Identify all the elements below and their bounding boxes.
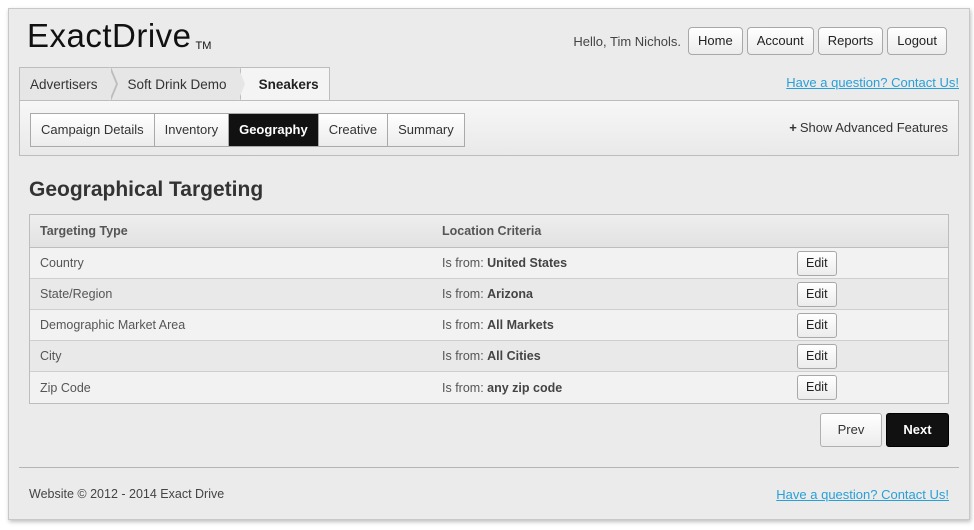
home-button[interactable]: Home: [688, 27, 743, 55]
logo-text: ExactDrive: [27, 17, 192, 54]
edit-button[interactable]: Edit: [797, 250, 837, 276]
trademark: TM: [195, 40, 212, 52]
footer-copyright: Website © 2012 - 2014 Exact Drive: [29, 487, 225, 501]
row-type: State/Region: [40, 287, 113, 301]
edit-button[interactable]: Edit: [797, 312, 837, 338]
targeting-table: Targeting Type Location Criteria Country…: [29, 214, 949, 404]
advanced-label: Show Advanced Features: [799, 120, 948, 135]
criteria-prefix: Is from:: [442, 380, 484, 395]
page-title: Geographical Targeting: [29, 178, 264, 201]
criteria-prefix: Is from:: [442, 256, 484, 270]
criteria-prefix: Is from:: [442, 349, 484, 363]
tab-bar: Campaign Details Inventory Geography Cre…: [19, 100, 959, 156]
tab-summary[interactable]: Summary: [388, 114, 464, 146]
edit-button[interactable]: Edit: [797, 375, 837, 400]
header-location-criteria: Location Criteria: [442, 224, 542, 238]
row-criteria: Is from: United States: [442, 256, 797, 270]
row-type: City: [40, 349, 62, 363]
greeting: Hello, Tim Nichols.: [573, 33, 682, 49]
table-row: State/Region Is from: Arizona Edit: [30, 279, 948, 310]
table-row: Country Is from: United States Edit: [30, 248, 948, 279]
row-actions: Edit: [797, 250, 947, 276]
criteria-value: United States: [487, 256, 568, 270]
breadcrumb: Advertisers Soft Drink Demo Sneakers: [19, 67, 330, 101]
reports-button[interactable]: Reports: [817, 27, 884, 55]
account-button[interactable]: Account: [746, 27, 814, 55]
plus-icon: +: [789, 120, 797, 135]
table-row: Zip Code Is from: any zip code Edit: [30, 372, 948, 403]
next-button[interactable]: Next: [886, 413, 949, 447]
edit-button[interactable]: Edit: [797, 343, 837, 369]
row-actions: Edit: [797, 312, 947, 338]
contact-link-footer[interactable]: Have a question? Contact Us!: [776, 487, 949, 502]
row-type: Zip Code: [40, 380, 91, 395]
row-actions: Edit: [797, 343, 947, 369]
breadcrumb-campaign[interactable]: Soft Drink Demo: [112, 67, 247, 101]
row-criteria: Is from: any zip code: [442, 381, 797, 395]
criteria-prefix: Is from:: [442, 318, 484, 332]
tab-inventory[interactable]: Inventory: [154, 114, 230, 146]
tab-campaign-details[interactable]: Campaign Details: [31, 114, 155, 146]
logo[interactable]: ExactDrive TM: [27, 17, 211, 55]
show-advanced-features[interactable]: + Show Advanced Features: [789, 120, 948, 135]
row-criteria: Is from: Arizona: [442, 287, 797, 301]
row-actions: Edit: [797, 375, 947, 400]
logout-button[interactable]: Logout: [887, 27, 947, 55]
row-criteria: Is from: All Markets: [442, 318, 797, 332]
table-row: Demographic Market Area Is from: All Mar…: [30, 310, 948, 341]
criteria-value: All Cities: [487, 349, 541, 363]
prev-button[interactable]: Prev: [820, 413, 882, 447]
edit-button[interactable]: Edit: [797, 281, 837, 307]
table-row: City Is from: All Cities Edit: [30, 341, 948, 372]
row-type: Country: [40, 256, 84, 270]
table-header: Targeting Type Location Criteria: [30, 215, 948, 248]
top-nav: Hello, Tim Nichols. Home Account Reports…: [573, 27, 947, 55]
breadcrumb-advertisers[interactable]: Advertisers: [20, 67, 118, 101]
criteria-value: any zip code: [487, 380, 563, 395]
page-frame: ExactDrive TM Hello, Tim Nichols. Home Ac…: [8, 8, 970, 520]
criteria-value: All Markets: [487, 318, 554, 332]
tab-creative[interactable]: Creative: [318, 114, 389, 146]
criteria-prefix: Is from:: [442, 287, 484, 301]
contact-link-top[interactable]: Have a question? Contact Us!: [786, 75, 959, 90]
row-actions: Edit: [797, 281, 947, 307]
row-type: Demographic Market Area: [40, 318, 186, 332]
breadcrumb-current[interactable]: Sneakers: [240, 68, 329, 101]
header-targeting-type: Targeting Type: [40, 224, 128, 238]
tab-geography[interactable]: Geography: [229, 114, 319, 146]
wizard-tabs: Campaign Details Inventory Geography Cre…: [30, 113, 465, 147]
row-criteria: Is from: All Cities: [442, 349, 797, 363]
footer-divider: [19, 467, 959, 468]
criteria-value: Arizona: [487, 287, 533, 301]
